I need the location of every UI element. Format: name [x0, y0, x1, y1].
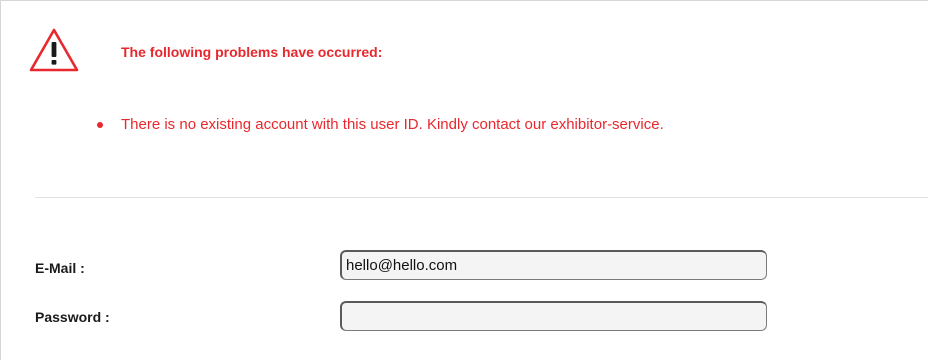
warning-triangle-icon: [29, 28, 79, 72]
error-list: There is no existing account with this u…: [97, 116, 664, 133]
error-item: There is no existing account with this u…: [97, 116, 664, 133]
login-panel: The following problems have occurred: Th…: [0, 0, 928, 360]
email-label: E-Mail :: [35, 260, 85, 276]
bullet-icon: [97, 122, 103, 128]
divider: [35, 197, 928, 198]
password-label: Password :: [35, 309, 110, 325]
email-field[interactable]: [340, 250, 767, 280]
error-heading: The following problems have occurred:: [121, 44, 383, 60]
error-message: There is no existing account with this u…: [121, 116, 664, 133]
password-field[interactable]: [340, 301, 767, 331]
